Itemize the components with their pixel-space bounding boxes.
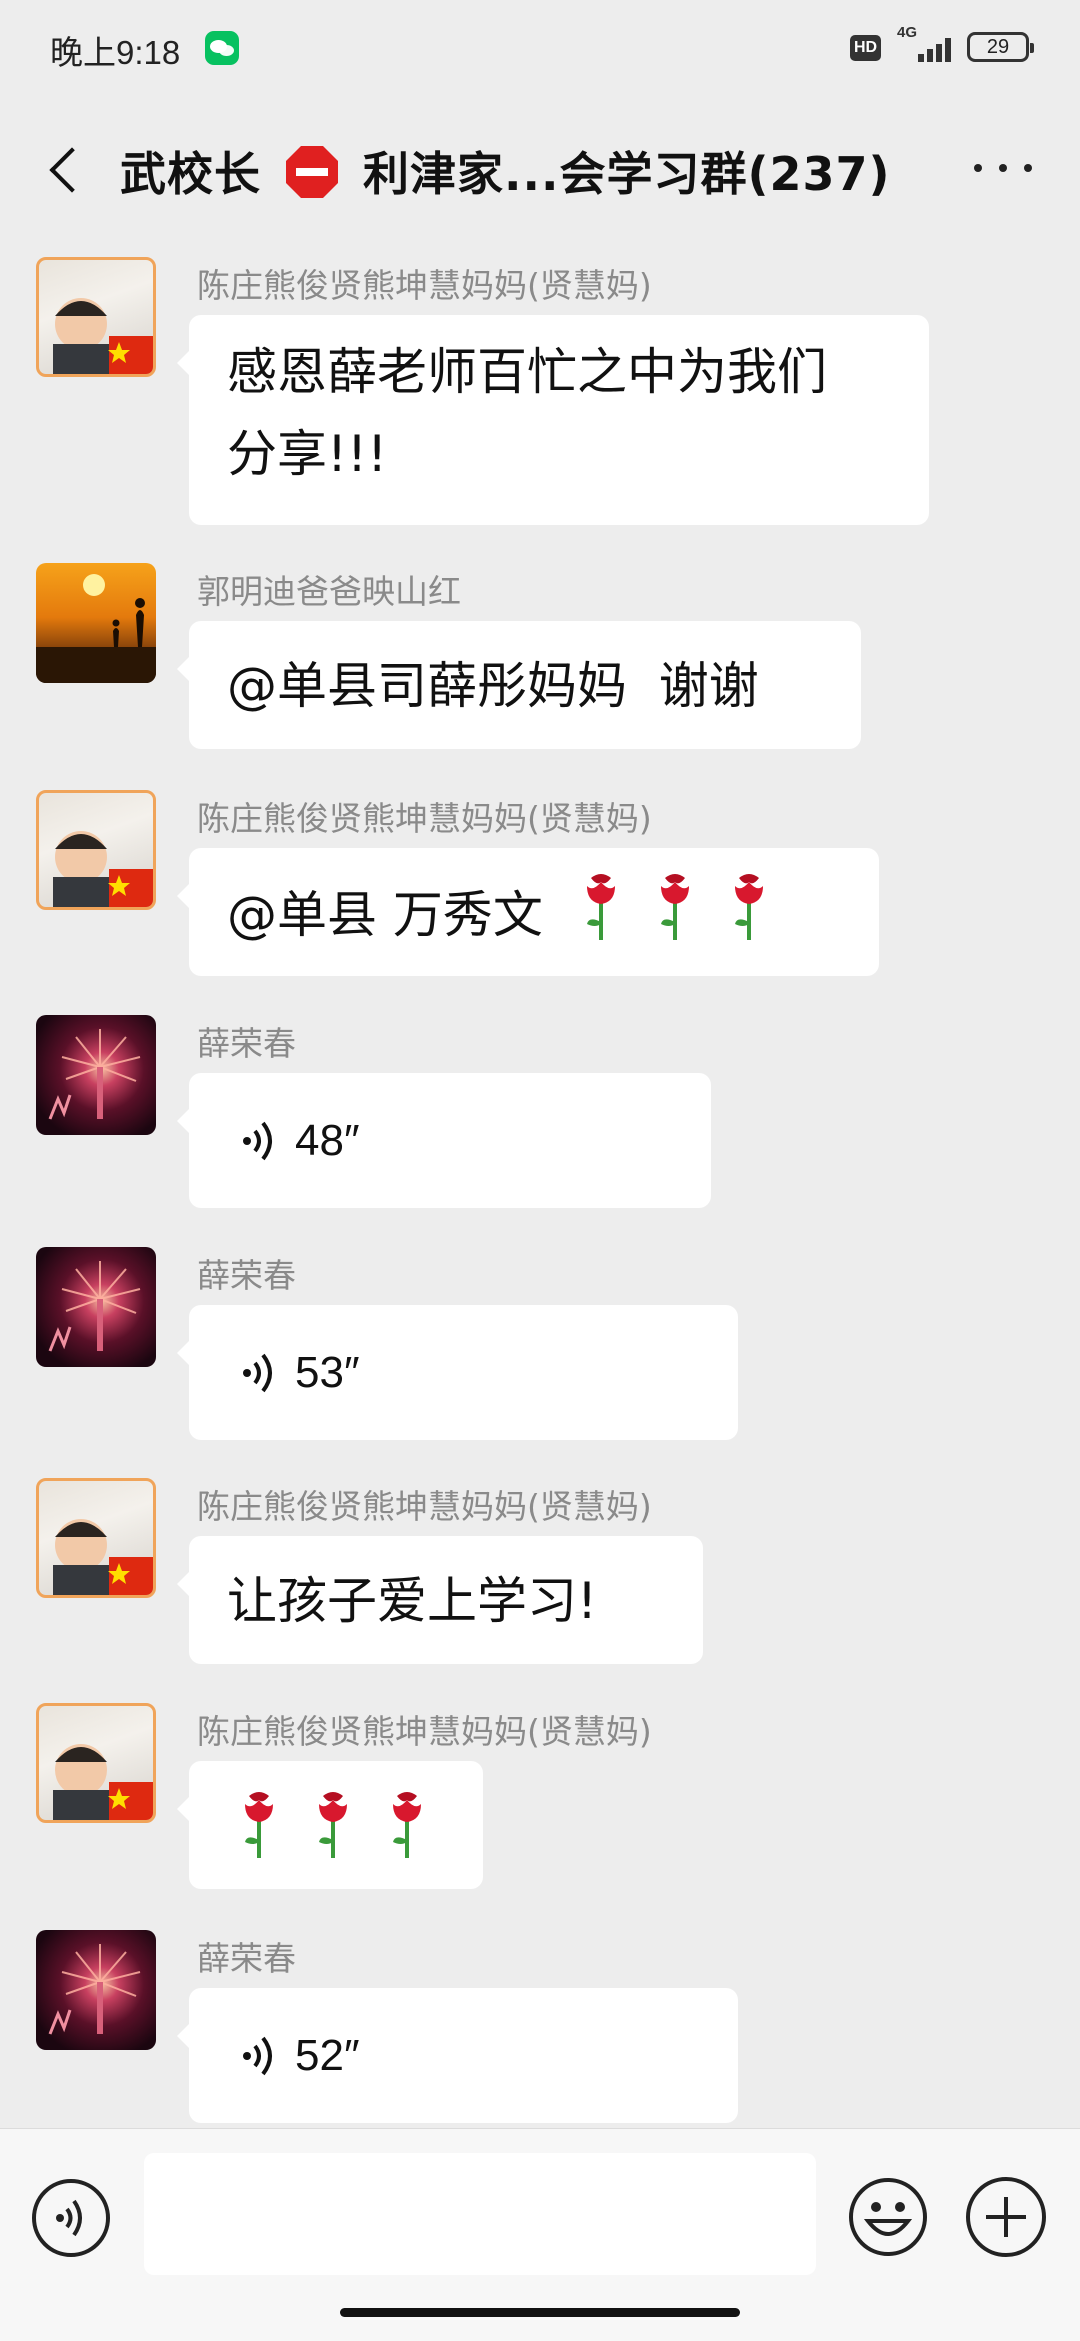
wechat-notification-icon <box>205 31 239 65</box>
rose-emoji-icon <box>319 1792 347 1858</box>
battery-icon: 29 <box>967 32 1034 62</box>
emoji-icon[interactable] <box>848 2177 928 2257</box>
message-bubble[interactable]: @单县 万秀文 <box>177 848 879 976</box>
chat-title-prefix: 武校长 <box>120 147 261 201</box>
chat-header: 武校长 利津家...会学习群(237) <box>0 118 1080 218</box>
sender-name: 薛荣春 <box>197 1939 296 1978</box>
sender-name: 陈庄熊俊贤熊坤慧妈妈(贤慧妈) <box>197 1712 652 1751</box>
rose-emoji-icon <box>393 1792 421 1858</box>
more-options-button[interactable] <box>968 146 1038 190</box>
chat-title[interactable]: 武校长 利津家...会学习群(237) <box>120 138 891 204</box>
voice-duration: 52″ <box>295 2030 360 2080</box>
message-text: @单县司薛彤妈妈 谢谢 <box>227 657 759 715</box>
avatar[interactable] <box>36 1015 156 1135</box>
message-bubble[interactable] <box>177 1761 483 1889</box>
avatar[interactable] <box>36 1247 156 1367</box>
kid-avatar-image <box>53 831 153 907</box>
voice-message: 52″ <box>189 1988 738 2123</box>
back-button[interactable] <box>38 138 98 198</box>
voice-wave-icon <box>243 1353 272 1392</box>
avatar[interactable] <box>36 1703 156 1823</box>
voice-message-bubble[interactable]: 53″ <box>177 1305 738 1440</box>
message-text: 感恩薛老师百忙之中为我们 分享!!! <box>227 343 827 483</box>
chat-title-text: 利津家...会学习群(237) <box>363 147 891 201</box>
voice-wave-icon <box>243 1121 272 1160</box>
plus-icon[interactable] <box>966 2177 1046 2257</box>
voice-input-icon[interactable] <box>32 2179 110 2257</box>
signal-icon <box>918 36 958 62</box>
avatar[interactable] <box>36 563 156 683</box>
sender-name: 陈庄熊俊贤熊坤慧妈妈(贤慧妈) <box>197 1487 652 1526</box>
voice-duration: 48″ <box>295 1115 360 1165</box>
sender-name: 薛荣春 <box>197 1024 296 1063</box>
voice-wave-icon <box>56 2199 82 2237</box>
sender-name: 郭明迪爸爸映山红 <box>197 572 461 611</box>
voice-message-bubble[interactable]: 52″ <box>177 1988 738 2123</box>
avatar[interactable] <box>36 1930 156 2050</box>
fireworks-avatar-image <box>48 1944 141 2035</box>
message-text-content: @单县 万秀文 <box>227 886 543 944</box>
kid-avatar-image <box>53 298 153 374</box>
rose-emoji-group <box>189 1761 483 1860</box>
avatar[interactable] <box>36 790 156 910</box>
voice-message: 48″ <box>189 1073 711 1208</box>
sender-name: 薛荣春 <box>197 1256 296 1295</box>
stop-sign-icon <box>286 146 339 198</box>
status-time: 晚上9:18 <box>50 34 181 71</box>
hd-voice-icon: HD <box>850 35 882 61</box>
voice-message-bubble[interactable]: 48″ <box>177 1073 711 1208</box>
network-type: 4G <box>897 24 918 41</box>
avatar[interactable] <box>36 257 156 377</box>
sunset-avatar-image <box>36 574 156 683</box>
rose-emoji-icon <box>734 874 763 940</box>
smiley-icon <box>849 2178 927 2256</box>
rose-emoji-icon <box>586 874 615 940</box>
message-text: @单县 万秀文 <box>189 848 879 972</box>
sender-name: 陈庄熊俊贤熊坤慧妈妈(贤慧妈) <box>197 799 652 838</box>
voice-wave-icon <box>243 2036 272 2075</box>
message-bubble[interactable]: 让孩子爱上学习! <box>177 1536 703 1664</box>
status-bar: 晚上9:18 HD 4G 29 <box>0 0 1080 96</box>
message-text: 让孩子爱上学习! <box>227 1572 598 1630</box>
rose-emoji-icon <box>660 874 689 940</box>
avatar[interactable] <box>36 1478 156 1598</box>
home-indicator[interactable] <box>340 2308 740 2317</box>
message-bubble[interactable]: @单县司薛彤妈妈 谢谢 <box>177 621 861 749</box>
sender-name: 陈庄熊俊贤熊坤慧妈妈(贤慧妈) <box>197 266 652 305</box>
fireworks-avatar-image <box>48 1261 141 1352</box>
rose-emoji-icon <box>245 1792 273 1858</box>
fireworks-avatar-image <box>48 1029 141 1120</box>
voice-message: 53″ <box>189 1305 738 1440</box>
message-input[interactable] <box>144 2153 816 2275</box>
voice-duration: 53″ <box>295 1347 360 1397</box>
message-bubble[interactable]: 感恩薛老师百忙之中为我们 分享!!! <box>177 315 929 525</box>
kid-avatar-image <box>53 1744 153 1820</box>
kid-avatar-image <box>53 1519 153 1595</box>
